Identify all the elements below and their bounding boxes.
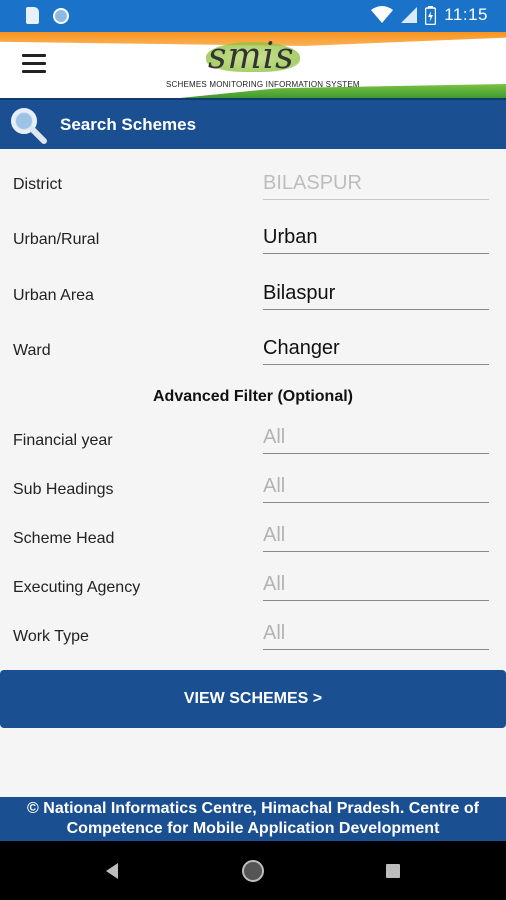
- work-type-row: Work Type All: [0, 622, 506, 662]
- home-icon[interactable]: [242, 860, 264, 882]
- district-field: BILASPUR: [263, 172, 489, 200]
- app-logo: smis SCHEMES MONITORING INFORMATION SYST…: [160, 36, 370, 94]
- urban-rural-select[interactable]: Urban: [263, 226, 489, 254]
- sd-card-icon: [26, 7, 39, 24]
- app-bar: smis SCHEMES MONITORING INFORMATION SYST…: [0, 32, 506, 98]
- footer-line-1: © National Informatics Centre, Himachal …: [27, 800, 479, 817]
- advanced-filter-title: Advanced Filter (Optional): [152, 388, 353, 405]
- view-schemes-button[interactable]: VIEW SCHEMES >: [0, 670, 506, 728]
- logo-wordmark: smis: [208, 36, 295, 77]
- financial-year-row: Financial year All: [0, 426, 506, 466]
- scheme-head-select[interactable]: All: [263, 524, 489, 552]
- signal-icon: [401, 7, 418, 23]
- circle-icon: [53, 7, 69, 24]
- ward-select[interactable]: Changer: [263, 337, 489, 365]
- ward-row: Ward Changer: [0, 336, 506, 376]
- battery-icon: [425, 5, 437, 25]
- recent-apps-icon[interactable]: [386, 864, 400, 878]
- search-header: Search Schemes: [0, 98, 506, 149]
- search-icon: [11, 108, 47, 144]
- sub-headings-select[interactable]: All: [263, 475, 489, 503]
- sub-headings-label: Sub Headings: [13, 481, 114, 498]
- financial-year-label: Financial year: [13, 432, 113, 449]
- urban-rural-row: Urban/Rural Urban: [0, 225, 506, 265]
- executing-agency-label: Executing Agency: [13, 579, 141, 596]
- footer-line-2: Competence for Mobile Application Develo…: [66, 820, 440, 837]
- status-bar: 11:15: [0, 0, 506, 32]
- sub-headings-row: Sub Headings All: [0, 475, 506, 515]
- navigation-bar: [0, 841, 506, 900]
- executing-agency-row: Executing Agency All: [0, 573, 506, 613]
- urban-rural-label: Urban/Rural: [13, 231, 100, 248]
- search-title: Search Schemes: [60, 115, 197, 134]
- executing-agency-select[interactable]: All: [263, 573, 489, 601]
- wifi-icon: [371, 6, 394, 23]
- work-type-label: Work Type: [13, 628, 89, 645]
- urban-area-select[interactable]: Bilaspur: [263, 282, 489, 310]
- ward-label: Ward: [13, 342, 51, 359]
- scheme-head-row: Scheme Head All: [0, 524, 506, 564]
- hamburger-menu-icon[interactable]: [22, 54, 46, 74]
- work-type-select[interactable]: All: [263, 622, 489, 650]
- district-row: District BILASPUR: [0, 170, 506, 210]
- urban-area-row: Urban Area Bilaspur: [0, 281, 506, 321]
- district-label: District: [13, 176, 62, 193]
- footer: © National Informatics Centre, Himachal …: [0, 797, 506, 841]
- logo-subtitle: SCHEMES MONITORING INFORMATION SYSTEM: [166, 80, 360, 89]
- financial-year-select[interactable]: All: [263, 426, 489, 454]
- clock: 11:15: [444, 5, 488, 24]
- urban-area-label: Urban Area: [13, 287, 94, 304]
- scheme-head-label: Scheme Head: [13, 530, 115, 547]
- back-icon[interactable]: [106, 863, 118, 879]
